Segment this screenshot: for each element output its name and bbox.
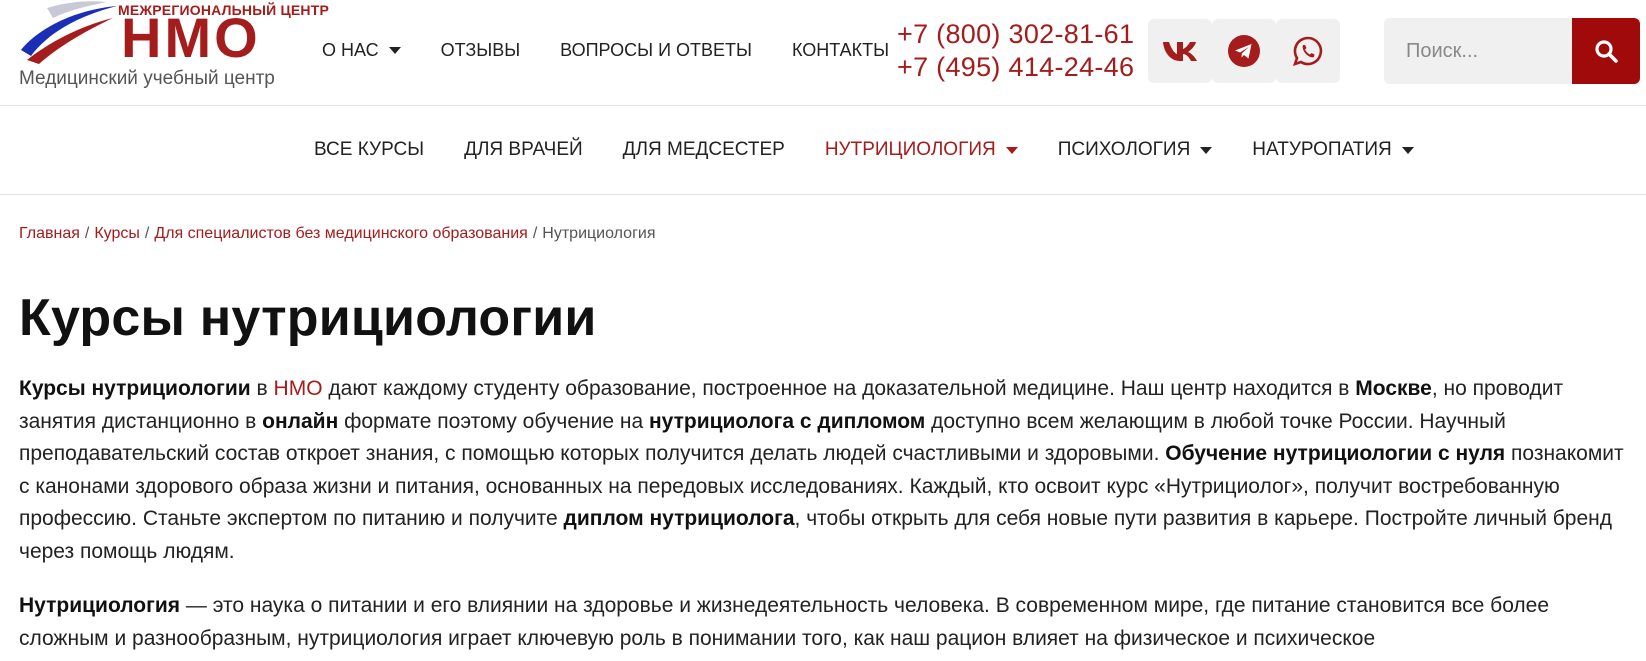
paragraph-text: формате поэтому обучение на <box>338 409 649 433</box>
chevron-down-icon <box>1005 146 1018 154</box>
category-label: ДЛЯ МЕДСЕСТЕР <box>622 139 785 160</box>
breadcrumb-link-home[interactable]: Главная <box>19 225 80 242</box>
category-navigation: ВСЕ КУРСЫ ДЛЯ ВРАЧЕЙ ДЛЯ МЕДСЕСТЕР НУТРИ… <box>0 106 1646 195</box>
chevron-down-icon <box>1200 146 1213 154</box>
breadcrumb-separator: / <box>84 225 90 242</box>
bold-text: диплом нутрициолога <box>563 507 795 531</box>
telegram-button[interactable] <box>1212 19 1276 83</box>
paragraph-text: в <box>250 377 274 400</box>
nmo-link[interactable]: НМО <box>274 377 323 400</box>
phone-link-495[interactable]: +7 (495) 414-24-46 <box>897 51 1134 84</box>
site-logo[interactable]: МЕЖРЕГИОНАЛЬНЫЙ ЦЕНТР НМО Медицинский уч… <box>17 0 329 100</box>
vk-icon <box>1163 42 1197 61</box>
logo-subtitle: Медицинский учебный центр <box>19 68 275 89</box>
logo-swoosh-icon <box>21 1 117 64</box>
breadcrumb-separator: / <box>144 225 150 242</box>
definition-paragraph: Нутрициология — это наука о питании и ег… <box>19 590 1639 655</box>
category-label: ПСИХОЛОГИЯ <box>1057 139 1191 160</box>
category-label: ДЛЯ ВРАЧЕЙ <box>464 139 583 160</box>
chevron-down-icon <box>1401 146 1414 154</box>
category-label: НУТРИЦИОЛОГИЯ <box>824 139 996 160</box>
topnav-item-label: КОНТАКТЫ <box>791 40 890 60</box>
site-header: МЕЖРЕГИОНАЛЬНЫЙ ЦЕНТР НМО Медицинский уч… <box>0 0 1646 106</box>
logo-main-text: НМО <box>121 6 261 69</box>
chevron-down-icon <box>388 47 401 54</box>
page-title: Курсы нутрициологии <box>19 289 597 347</box>
bold-text: Курсы нутрициологии <box>19 377 251 400</box>
bold-text: онлайн <box>262 409 339 433</box>
category-for-doctors[interactable]: ДЛЯ ВРАЧЕЙ <box>464 139 583 161</box>
category-naturopathy[interactable]: НАТУРОПАТИЯ <box>1252 139 1414 161</box>
whatsapp-button[interactable] <box>1276 19 1340 83</box>
category-nutrition[interactable]: НУТРИЦИОЛОГИЯ <box>825 139 1018 161</box>
topnav-item-label: О НАС <box>322 40 379 60</box>
topnav-item-contacts[interactable]: КОНТАКТЫ <box>792 40 889 61</box>
breadcrumb-current: Нутрициология <box>542 225 656 242</box>
paragraph-text: дают каждому студенту образование, постр… <box>322 377 1356 400</box>
category-label: ВСЕ КУРСЫ <box>314 139 425 160</box>
search-icon <box>1595 40 1618 63</box>
telegram-icon <box>1228 35 1260 67</box>
category-for-nurses[interactable]: ДЛЯ МЕДСЕСТЕР <box>623 139 785 161</box>
vk-button[interactable] <box>1148 19 1212 83</box>
breadcrumb-link-non-medical[interactable]: Для специалистов без медицинского образо… <box>154 225 527 242</box>
breadcrumb-link-courses[interactable]: Курсы <box>94 225 140 242</box>
bold-text: Обучение нутрициологии с нуля <box>1165 442 1506 466</box>
topnav-item-faq[interactable]: ВОПРОСЫ И ОТВЕТЫ <box>560 40 752 61</box>
phone-link-800[interactable]: +7 (800) 302-81-61 <box>897 18 1134 51</box>
category-label: НАТУРОПАТИЯ <box>1252 139 1392 160</box>
bold-text: нутрициолога с дипломом <box>648 409 926 433</box>
topnav-item-reviews[interactable]: ОТЗЫВЫ <box>441 40 521 61</box>
top-navigation: О НАС ОТЗЫВЫ ВОПРОСЫ И ОТВЕТЫ КОНТАКТЫ <box>322 40 929 61</box>
phone-numbers: +7 (800) 302-81-61 +7 (495) 414-24-46 <box>897 18 1134 84</box>
bold-text: Нутрициология <box>19 594 181 617</box>
paragraph-text: — это наука о питании и его влиянии на з… <box>19 594 1550 650</box>
category-psychology[interactable]: ПСИХОЛОГИЯ <box>1058 139 1213 161</box>
whatsapp-icon <box>1292 36 1323 67</box>
topnav-item-label: ОТЗЫВЫ <box>440 40 521 60</box>
intro-paragraph: Курсы нутрициологии в НМО дают каждому с… <box>19 373 1639 569</box>
topnav-item-about[interactable]: О НАС <box>322 40 401 61</box>
bold-text: Москве <box>1355 377 1432 400</box>
breadcrumb: Главная / Курсы / Для специалистов без медиц… <box>19 225 656 243</box>
search-button[interactable] <box>1572 18 1640 84</box>
category-all-courses[interactable]: ВСЕ КУРСЫ <box>314 139 424 161</box>
topnav-item-label: ВОПРОСЫ И ОТВЕТЫ <box>560 40 752 60</box>
breadcrumb-separator: / <box>532 225 538 242</box>
